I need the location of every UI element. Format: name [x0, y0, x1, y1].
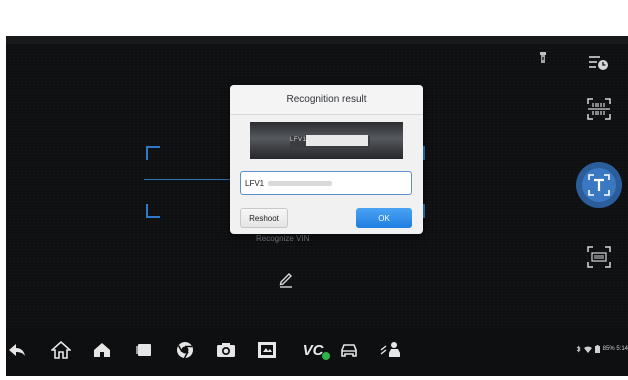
- bluetooth-icon: [576, 345, 581, 353]
- reshoot-button[interactable]: Reshoot: [240, 208, 288, 228]
- flashlight-icon[interactable]: [538, 52, 548, 64]
- scan-frame-corner-bottom-left: [146, 204, 160, 218]
- vin-scan-icon: [587, 246, 611, 268]
- bottom-navigation-bar: VC 85% 5:14: [6, 328, 628, 376]
- recent-apps-icon: [136, 344, 151, 356]
- scan-guide-line: [144, 179, 234, 180]
- edit-pencil-icon[interactable]: [278, 270, 294, 288]
- vin-redaction: [268, 180, 333, 186]
- browser-icon: [177, 342, 193, 359]
- dialog-title: Recognition result: [230, 85, 423, 115]
- camera-button[interactable]: [215, 340, 237, 360]
- thumbnail-redaction: [306, 135, 368, 146]
- browser-button[interactable]: [174, 340, 196, 360]
- text-recognition-icon: [588, 174, 610, 196]
- vc-status-dot: [322, 352, 330, 360]
- back-button[interactable]: [6, 340, 28, 360]
- history-tool-button[interactable]: [584, 48, 614, 78]
- wifi-icon: [583, 346, 592, 353]
- screenshot-icon: [258, 342, 276, 358]
- status-text: 85% 5:14: [602, 346, 628, 352]
- recent-apps-button[interactable]: [133, 340, 155, 360]
- vin-scan-tool-button[interactable]: [584, 242, 614, 272]
- barcode-scan-tool-button[interactable]: [584, 94, 614, 124]
- back-icon: [9, 344, 25, 356]
- captured-vin-thumbnail: LFV1: [250, 122, 403, 159]
- vin-result-input[interactable]: LFV1: [240, 171, 412, 195]
- thumbnail-vin-text: LFV1: [290, 137, 307, 143]
- text-recognition-tool-button[interactable]: [576, 162, 622, 208]
- device-frame: Recognize VIN Recognition result LFV1 LF…: [0, 0, 628, 380]
- battery-icon: [594, 345, 600, 353]
- recognition-result-dialog: Recognition result LFV1 LFV1 Reshoot OK: [230, 85, 423, 234]
- vin-result-value: LFV1: [245, 178, 265, 188]
- house-icon: [94, 343, 110, 357]
- car-icon: [341, 344, 357, 357]
- house-button[interactable]: [91, 340, 113, 360]
- ok-button[interactable]: OK: [356, 208, 412, 228]
- scan-frame-corner-top-left: [146, 146, 160, 160]
- barcode-scan-icon: [587, 98, 611, 120]
- home-button[interactable]: [50, 340, 72, 360]
- history-icon: [589, 56, 608, 70]
- car-button[interactable]: [338, 340, 360, 360]
- user-car-icon: [380, 342, 400, 357]
- recognize-vin-label: Recognize VIN: [256, 234, 310, 243]
- camera-viewfinder: Recognize VIN Recognition result LFV1 LF…: [6, 36, 628, 328]
- camera-icon: [217, 343, 235, 357]
- status-area: 85% 5:14: [576, 345, 628, 353]
- vc-button[interactable]: VC: [298, 340, 330, 360]
- top-band: [6, 36, 628, 44]
- screenshot-button[interactable]: [256, 340, 278, 360]
- text-recognition-tool-inner: [582, 168, 616, 202]
- home-icon: [51, 341, 71, 359]
- user-car-button[interactable]: [380, 340, 402, 360]
- vc-icon: VC: [302, 341, 324, 359]
